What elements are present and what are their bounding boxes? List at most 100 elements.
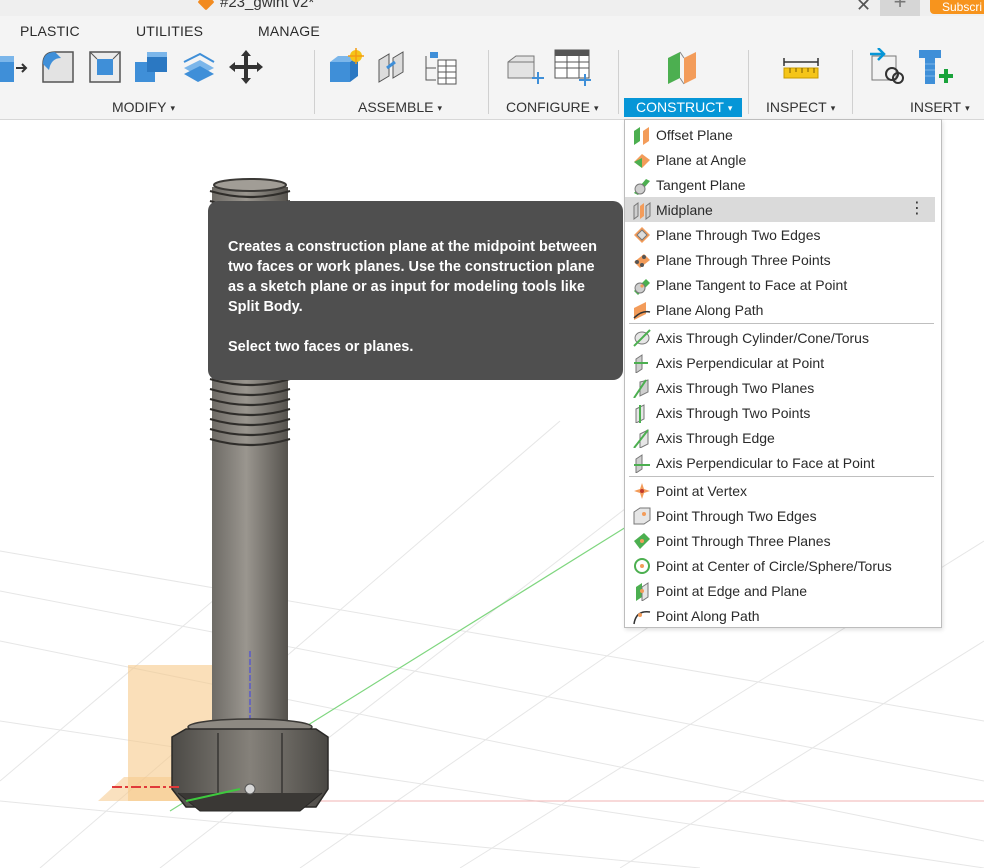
menu-separator [629, 323, 934, 324]
menu-item-label: Plane at Angle [656, 151, 747, 168]
menu-item-point-through-two-edges[interactable]: Point Through Two Edges [625, 503, 941, 528]
new-component-icon[interactable] [326, 48, 364, 86]
move-copy-icon[interactable] [227, 48, 265, 86]
group-separator [748, 50, 749, 114]
menu-separator [629, 476, 934, 477]
axis-through-two-planes-icon [633, 378, 649, 398]
configuration-table-icon[interactable] [553, 48, 591, 86]
subscribe-button[interactable]: Subscri [930, 0, 984, 14]
tooltip-description: Creates a construction plane at the midp… [228, 239, 598, 315]
group-separator [852, 50, 853, 114]
menu-item-label: Offset Plane [656, 126, 733, 143]
tangent-plane-icon [634, 178, 650, 195]
menu-item-label: Axis Through Edge [656, 429, 775, 446]
construct-menu-button[interactable]: CONSTRUCT ▾ [624, 98, 743, 117]
inspect-menu-button[interactable]: INSPECT ▾ [766, 99, 835, 115]
menu-item-label: Axis Through Two Planes [656, 379, 815, 396]
menu-item-midplane[interactable]: Midplane ⋮ [625, 197, 935, 222]
menu-item-point-at-edge-and-plane[interactable]: Point at Edge and Plane [625, 578, 941, 603]
menu-item-axis-through-two-planes[interactable]: Axis Through Two Planes [625, 375, 941, 400]
origin-point[interactable] [244, 783, 256, 795]
group-inspect: INSPECT ▾ [756, 42, 850, 120]
document-tab[interactable]: #23_gwint v2* [197, 0, 315, 11]
menu-item-label: Plane Along Path [656, 301, 764, 318]
menu-item-point-along-path[interactable]: Point Along Path [625, 603, 941, 628]
group-construct: CONSTRUCT ▾ [624, 42, 748, 120]
assemble-menu-button[interactable]: ASSEMBLE ▾ [358, 99, 442, 115]
group-separator [618, 50, 619, 114]
insert-derive-icon[interactable] [868, 48, 906, 86]
menu-item-label: Point Through Three Planes [656, 532, 831, 549]
tab-manage[interactable]: MANAGE [258, 23, 320, 39]
menu-item-axis-through-cylinder[interactable]: Axis Through Cylinder/Cone/Torus [625, 325, 941, 350]
menu-item-axis-through-edge[interactable]: Axis Through Edge [625, 425, 941, 450]
point-at-vertex-icon [634, 482, 650, 499]
menu-item-plane-through-three-points[interactable]: Plane Through Three Points [625, 247, 941, 272]
insert-menu-button[interactable]: INSERT ▾ [910, 99, 970, 115]
menu-item-label: Axis Perpendicular to Face at Point [656, 454, 875, 471]
menu-item-label: Plane Through Two Edges [656, 226, 821, 243]
menu-item-plane-at-angle[interactable]: Plane at Angle [625, 147, 941, 172]
tab-plastic[interactable]: PLASTIC [20, 23, 80, 39]
shell-icon[interactable] [86, 48, 124, 86]
menu-item-label: Plane Through Three Points [656, 251, 831, 268]
axis-through-two-points-icon [635, 403, 645, 423]
menu-item-label: Axis Through Cylinder/Cone/Torus [656, 329, 869, 346]
construct-dropdown-menu: Offset Plane Plane at Angle Tangent Plan… [624, 119, 942, 628]
fillet-icon[interactable] [39, 48, 77, 86]
axis-perpendicular-to-face-icon [634, 453, 650, 473]
menu-item-label: Point at Vertex [656, 482, 748, 499]
menu-item-label: Point at Edge and Plane [656, 582, 808, 599]
offset-plane-icon [634, 126, 649, 145]
new-tab-button[interactable]: + [880, 0, 920, 16]
insert-mcmaster-icon[interactable] [915, 48, 953, 86]
plane-at-angle-icon [634, 153, 650, 168]
axis-through-edge-icon [633, 428, 649, 448]
tab-utilities[interactable]: UTILITIES [136, 23, 203, 39]
joint-icon[interactable] [373, 48, 411, 86]
menu-item-offset-plane[interactable]: Offset Plane [625, 122, 941, 147]
measure-icon[interactable] [782, 48, 820, 86]
point-along-path-icon [633, 610, 651, 624]
combine-icon[interactable] [133, 48, 171, 86]
menu-item-axis-perpendicular-to-face[interactable]: Axis Perpendicular to Face at Point [625, 450, 941, 475]
ribbon-groups: MODIFY ▾ ASSEMBLE ▾ CONFIGURE ▾ CONSTRUC… [0, 42, 984, 120]
midplane-tooltip: Creates a construction plane at the midp… [208, 201, 623, 380]
vertical-dots-icon[interactable]: ⋮ [909, 201, 925, 217]
modify-menu-button[interactable]: MODIFY ▾ [112, 99, 175, 115]
plane-through-three-points-icon [634, 253, 650, 268]
axis-perpendicular-at-point-icon [634, 353, 648, 373]
construct-plane-icon[interactable] [664, 48, 702, 86]
plane-through-two-edges-icon [634, 226, 650, 243]
menu-item-tangent-plane[interactable]: Tangent Plane [625, 172, 941, 197]
menu-item-plane-along-path[interactable]: Plane Along Path [625, 297, 941, 322]
midplane-icon [633, 201, 651, 220]
configure-menu-button[interactable]: CONFIGURE ▾ [506, 99, 599, 115]
close-tab-icon[interactable]: ✕ [856, 0, 871, 16]
plane-tangent-to-face-icon [634, 278, 650, 295]
window-top-strip [0, 0, 984, 16]
menu-item-label: Point at Center of Circle/Sphere/Torus [656, 557, 892, 574]
menu-item-label: Plane Tangent to Face at Point [656, 276, 848, 293]
menu-item-axis-perpendicular-at-point[interactable]: Axis Perpendicular at Point [625, 350, 941, 375]
group-separator [314, 50, 315, 114]
menu-item-point-at-center-of-circle[interactable]: Point at Center of Circle/Sphere/Torus [625, 553, 941, 578]
point-at-edge-and-plane-icon [636, 581, 649, 601]
menu-item-axis-through-two-points[interactable]: Axis Through Two Points [625, 400, 941, 425]
document-icon [197, 0, 215, 11]
menu-item-plane-through-two-edges[interactable]: Plane Through Two Edges [625, 222, 941, 247]
menu-item-label: Tangent Plane [656, 176, 746, 193]
table-icon[interactable] [420, 48, 458, 86]
press-pull-icon[interactable] [0, 48, 30, 86]
menu-item-label: Axis Through Two Points [656, 404, 811, 421]
menu-item-plane-tangent-to-face-at-point[interactable]: Plane Tangent to Face at Point [625, 272, 941, 297]
tooltip-instruction: Select two faces or planes. [228, 339, 414, 355]
ribbon-tabs: PLASTIC UTILITIES MANAGE [0, 23, 984, 41]
menu-item-label: Point Through Two Edges [656, 507, 817, 524]
menu-item-point-through-three-planes[interactable]: Point Through Three Planes [625, 528, 941, 553]
replace-face-icon[interactable] [180, 48, 218, 86]
configure-model-icon[interactable] [506, 48, 544, 86]
menu-item-point-at-vertex[interactable]: Point at Vertex [625, 478, 941, 503]
document-title: #23_gwint v2* [220, 0, 315, 11]
menu-item-label: Axis Perpendicular at Point [656, 354, 825, 371]
